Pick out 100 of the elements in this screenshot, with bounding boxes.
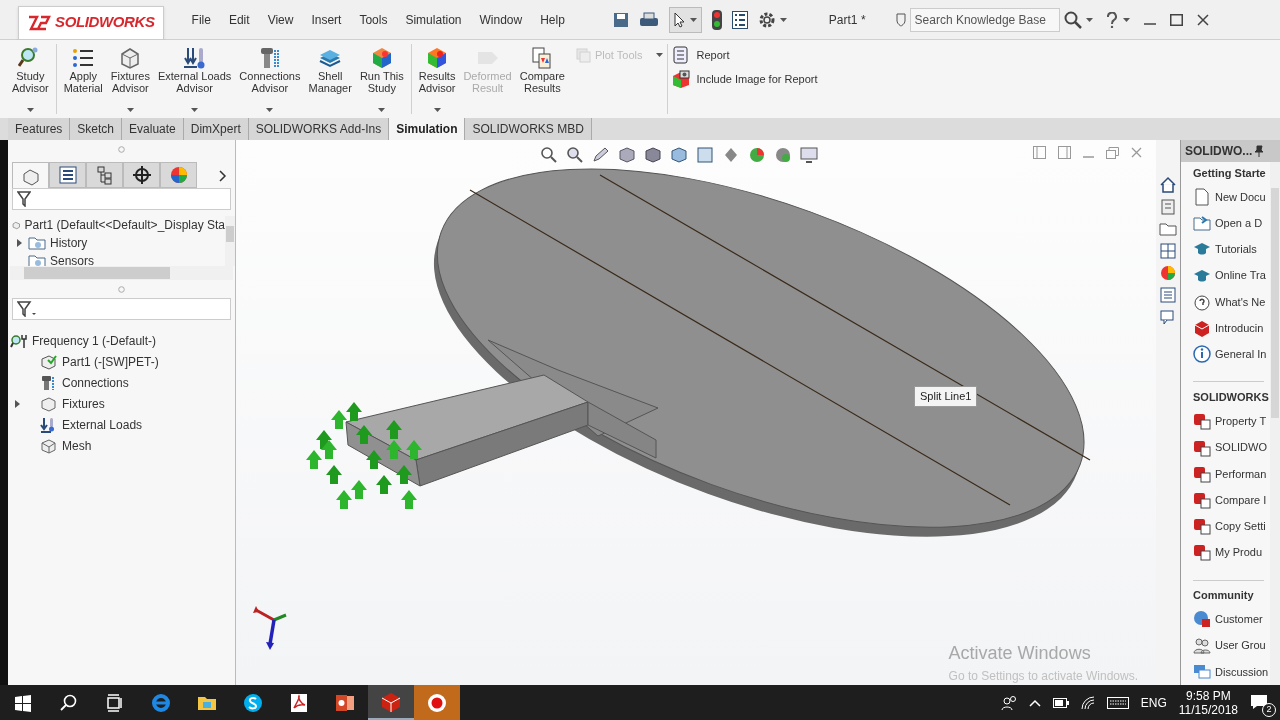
language-indicator[interactable]: ENG — [1140, 693, 1167, 712]
notification-icon[interactable] — [1250, 693, 1268, 710]
task-pane-link[interactable]: What's Ne — [1215, 293, 1266, 311]
help-icon[interactable] — [1106, 11, 1117, 28]
keyboard-icon[interactable] — [1106, 696, 1129, 709]
panel-right-icon[interactable] — [1058, 146, 1071, 159]
menu-item[interactable]: Insert — [303, 10, 350, 29]
menu-item[interactable]: File — [183, 10, 219, 29]
report-tool-button[interactable]: Include Image for Report — [672, 70, 818, 88]
save-icon[interactable] — [612, 11, 629, 28]
task-pane-link[interactable]: Tutorials — [1215, 241, 1257, 258]
command-tab[interactable]: Features — [8, 118, 71, 140]
tree-item[interactable]: Mesh — [62, 436, 92, 455]
chevron-right-icon[interactable] — [219, 170, 227, 182]
people-icon[interactable] — [1000, 694, 1017, 711]
ribbon-button[interactable]: Apply Material — [59, 44, 107, 114]
task-pane-link[interactable]: Open a D — [1215, 214, 1263, 232]
task-pane-link[interactable]: Introducin — [1215, 319, 1264, 337]
ribbon-button[interactable]: Connections Advisor — [235, 44, 305, 114]
search-field[interactable]: Search Knowledge Base — [909, 7, 1060, 32]
vertical-scrollbar[interactable] — [225, 216, 235, 266]
task-pane-link[interactable]: SOLIDWO — [1215, 439, 1267, 456]
list-icon[interactable] — [731, 10, 748, 29]
tree-item[interactable]: Sensors — [50, 252, 95, 266]
command-tab[interactable]: Sketch — [70, 118, 123, 140]
cube-icon[interactable] — [618, 146, 636, 164]
task-pane-link[interactable]: General In — [1215, 346, 1267, 363]
magnifier-icon[interactable] — [540, 146, 558, 164]
pencil-icon[interactable] — [592, 146, 610, 164]
menu-item[interactable]: Window — [471, 10, 531, 29]
wifi-icon[interactable] — [1080, 695, 1095, 710]
panel-tab[interactable] — [123, 162, 160, 188]
maximize-icon[interactable] — [1169, 13, 1183, 26]
chevron-up-icon[interactable] — [1028, 698, 1041, 707]
splitter-handle-icon[interactable] — [118, 145, 125, 153]
diamond-icon[interactable] — [722, 146, 740, 164]
task-pane-link[interactable]: Discussion — [1215, 663, 1269, 681]
select-button[interactable] — [668, 6, 702, 33]
task-pane-link[interactable]: New Docu — [1215, 188, 1266, 206]
tree-item[interactable]: Part1 (Default<<Default>_Display Sta — [24, 216, 225, 234]
filter-field[interactable] — [12, 188, 231, 210]
menu-item[interactable]: Help — [532, 10, 573, 29]
caret-icon[interactable] — [1122, 17, 1130, 22]
ribbon-button[interactable]: Compare Results — [515, 44, 569, 114]
ribbon-button[interactable]: Shell Manager — [304, 44, 356, 114]
clock-date[interactable]: 11/15/2018 — [1178, 702, 1238, 717]
command-tab[interactable]: DimXpert — [183, 118, 249, 140]
panel-tab[interactable] — [49, 162, 86, 188]
task-pane-link[interactable]: My Produ — [1215, 544, 1263, 561]
tree-item[interactable]: External Loads — [62, 415, 143, 434]
command-tab[interactable]: SOLIDWORKS Add-Ins — [248, 118, 390, 140]
close-icon[interactable] — [1196, 13, 1209, 26]
tree-item[interactable]: History — [50, 234, 88, 252]
filter-field[interactable] — [12, 298, 231, 320]
task-pane-link[interactable]: Compare I — [1215, 491, 1267, 509]
cube-icon[interactable] — [644, 146, 662, 164]
menu-item[interactable]: Simulation — [397, 10, 470, 29]
app-logo[interactable]: SOLIDWORKS — [18, 5, 164, 40]
task-pane-link[interactable]: Property T — [1215, 413, 1267, 430]
menu-item[interactable]: View — [259, 10, 302, 29]
task-pane-link[interactable]: Performan — [1215, 465, 1267, 482]
tree-item[interactable]: Connections — [62, 373, 129, 392]
monitor-icon[interactable] — [800, 146, 818, 164]
chat-icon[interactable] — [1159, 308, 1177, 326]
magnifier-icon[interactable] — [566, 146, 584, 164]
command-tab[interactable]: SOLIDWORKS MBD — [465, 118, 592, 140]
ribbon-button[interactable]: External Loads Advisor — [153, 44, 236, 114]
ribbon-button[interactable]: Run This Study — [355, 44, 408, 114]
expand-arrow-icon[interactable] — [16, 239, 22, 247]
tree-item[interactable]: Part1 (-[SW]PET-) — [62, 352, 159, 371]
task-pane-link[interactable]: User Grou — [1215, 637, 1266, 654]
gear-icon[interactable] — [757, 10, 776, 29]
command-tab[interactable]: Simulation — [389, 118, 466, 140]
splitter-handle-icon[interactable] — [118, 285, 125, 293]
ribbon-button[interactable]: Study Advisor — [8, 44, 53, 114]
report-tool-button[interactable]: Report — [672, 46, 818, 64]
battery-icon[interactable] — [1052, 697, 1069, 708]
restore-icon[interactable] — [1106, 146, 1119, 159]
tree-item[interactable]: Frequency 1 (-Default-) — [32, 331, 157, 350]
horizontal-scrollbar[interactable] — [10, 266, 233, 280]
sphere-icon[interactable] — [774, 146, 792, 164]
task-pane-link[interactable]: Online Tra — [1215, 267, 1266, 284]
vertical-scrollbar[interactable] — [1270, 162, 1280, 685]
task-pane-link[interactable]: Copy Setti — [1215, 518, 1266, 535]
ribbon-button[interactable]: Fixtures Advisor — [106, 44, 154, 114]
pin-icon[interactable] — [1254, 145, 1265, 157]
clock-time[interactable]: 9:58 PM — [1186, 688, 1231, 703]
grid-icon[interactable] — [1159, 242, 1177, 260]
tree-item[interactable]: Fixtures — [62, 394, 105, 413]
color-wheel-icon[interactable] — [1159, 264, 1177, 282]
sphere-icon[interactable] — [748, 146, 766, 164]
traffic-light-icon[interactable] — [711, 9, 722, 30]
panel-left-icon[interactable] — [1033, 146, 1046, 159]
task-pane-link[interactable]: Customer — [1215, 611, 1263, 628]
home-icon[interactable] — [1159, 176, 1177, 194]
command-tab[interactable]: Evaluate — [122, 118, 184, 140]
menu-item[interactable]: Edit — [220, 10, 258, 29]
printer-icon[interactable] — [638, 11, 659, 28]
cube-icon[interactable] — [670, 146, 688, 164]
caret-icon[interactable] — [779, 17, 787, 22]
